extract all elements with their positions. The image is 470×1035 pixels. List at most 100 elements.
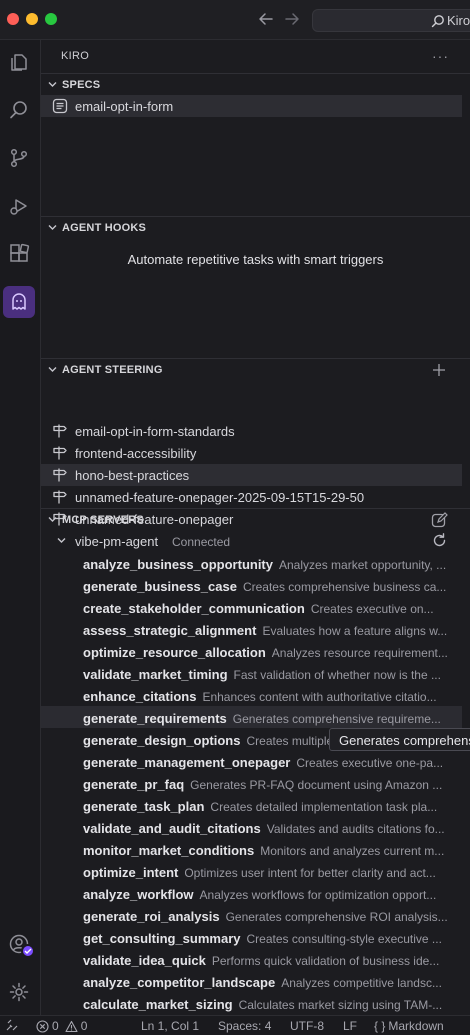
section-specs-title: SPECS <box>62 79 101 91</box>
extensions-icon[interactable] <box>3 238 35 270</box>
mcp-tool-item[interactable]: analyze_workflow Analyzes workflows for o… <box>41 882 462 904</box>
cursor-position[interactable]: Ln 1, Col 1 <box>141 1019 199 1033</box>
tool-name: validate_market_timing <box>83 667 228 682</box>
chevron-down-icon <box>48 367 57 372</box>
command-search-box[interactable]: Kiro <box>312 9 470 32</box>
settings-gear-icon[interactable] <box>3 976 35 1008</box>
tool-description: Generates PR-FAQ document using Amazon .… <box>190 778 443 792</box>
steering-item[interactable]: email-opt-in-form-standards <box>41 420 462 442</box>
minimize-window-button[interactable] <box>26 13 38 25</box>
section-mcp-header[interactable]: MCP SERVERS <box>41 508 470 530</box>
kiro-ghost-icon[interactable] <box>3 286 35 318</box>
indentation-setting[interactable]: Spaces: 4 <box>218 1019 271 1033</box>
section-steering-title: AGENT STEERING <box>62 364 163 376</box>
mcp-server-name: vibe-pm-agent <box>75 534 159 549</box>
tool-tooltip: Generates comprehens <box>329 728 470 751</box>
steering-item[interactable]: hono-best-practices <box>41 464 462 486</box>
mcp-tool-item[interactable]: generate_pr_faq Generates PR-FAQ document… <box>41 772 462 794</box>
tool-name: generate_roi_analysis <box>83 909 220 924</box>
edit-config-icon[interactable] <box>431 512 448 529</box>
mcp-tool-item[interactable]: generate_task_plan Creates detailed imple… <box>41 794 462 816</box>
section-hooks-title: AGENT HOOKS <box>62 222 147 234</box>
steering-item[interactable]: frontend-accessibility <box>41 442 462 464</box>
forward-arrow-icon[interactable] <box>281 8 303 30</box>
mcp-server-row[interactable]: vibe-pm-agent Connected <box>41 530 462 552</box>
tool-name: create_stakeholder_communication <box>83 601 305 616</box>
spec-item-label: email-opt-in-form <box>75 99 174 114</box>
section-hooks-header[interactable]: AGENT HOOKS <box>41 216 470 238</box>
tool-name: assess_strategic_alignment <box>83 623 257 638</box>
language-mode[interactable]: { } Markdown <box>374 1019 444 1033</box>
mcp-tool-item[interactable]: validate_and_audit_citations Validates an… <box>41 816 462 838</box>
mcp-tool-item[interactable]: generate_management_onepager Creates exec… <box>41 750 462 772</box>
refresh-icon[interactable] <box>431 532 448 549</box>
tool-description: Fast validation of whether now is the ..… <box>233 668 441 682</box>
mcp-tool-item[interactable]: generate_requirements Generates comprehen… <box>41 706 462 728</box>
remote-icon[interactable] <box>6 1019 18 1031</box>
chevron-down-icon <box>57 538 66 543</box>
mcp-tool-item[interactable]: create_stakeholder_communication Creates … <box>41 596 462 618</box>
activity-bar <box>0 40 41 1015</box>
section-specs-header[interactable]: SPECS <box>41 73 470 95</box>
back-arrow-icon[interactable] <box>255 8 277 30</box>
explorer-icon[interactable] <box>3 46 35 78</box>
tool-name: generate_management_onepager <box>83 755 291 770</box>
title-bar: Kiro <box>0 0 470 40</box>
maximize-window-button[interactable] <box>45 13 57 25</box>
problems-indicator[interactable]: 0 0 <box>36 1019 87 1033</box>
error-count: 0 <box>52 1019 59 1033</box>
tool-name: analyze_workflow <box>83 887 194 902</box>
mcp-server-status: Connected <box>172 535 231 549</box>
spec-item[interactable]: email-opt-in-form <box>41 95 462 117</box>
tool-description: Creates comprehensive business ca... <box>242 580 447 594</box>
tool-description: Creates executive one-pa... <box>296 756 444 770</box>
tool-name: generate_task_plan <box>83 799 205 814</box>
add-plus-icon[interactable] <box>431 362 447 378</box>
tool-description: Creates consulting-style executive ... <box>246 932 442 946</box>
mcp-tool-item[interactable]: enhance_citations Enhances content with a… <box>41 684 462 706</box>
encoding-setting[interactable]: UTF-8 <box>290 1019 324 1033</box>
chevron-down-icon <box>48 225 57 230</box>
mcp-tool-item[interactable]: calculate_market_sizing Calculates market… <box>41 992 462 1014</box>
tool-description: Analyzes market opportunity, ... <box>279 558 447 572</box>
section-steering-header[interactable]: AGENT STEERING <box>41 358 470 380</box>
tool-description: Analyzes competitive landsc... <box>281 976 442 990</box>
mcp-tool-item[interactable]: analyze_competitor_landscape Analyzes com… <box>41 970 462 992</box>
eol-setting[interactable]: LF <box>343 1019 357 1033</box>
run-debug-icon[interactable] <box>3 190 35 222</box>
mcp-tool-item[interactable]: assess_strategic_alignment Evaluates how … <box>41 618 462 640</box>
close-window-button[interactable] <box>7 13 19 25</box>
steering-item-label: hono-best-practices <box>75 468 190 483</box>
more-actions-button[interactable]: ··· <box>432 48 449 64</box>
mcp-tool-item[interactable]: validate_idea_quick Performs quick valida… <box>41 948 462 970</box>
tool-name: optimize_intent <box>83 865 179 880</box>
search-view-icon[interactable] <box>3 94 35 126</box>
mcp-tool-item[interactable]: generate_roi_analysis Generates comprehen… <box>41 904 462 926</box>
mcp-tool-item[interactable]: optimize_intent Optimizes user intent for… <box>41 860 462 882</box>
tool-description: Analyzes workflows for optimization oppo… <box>199 888 437 902</box>
tool-name: generate_pr_faq <box>83 777 185 792</box>
search-icon <box>431 15 444 28</box>
account-icon[interactable] <box>3 928 35 960</box>
spec-document-icon <box>52 98 68 114</box>
mcp-tool-item[interactable]: monitor_market_conditions Monitors and an… <box>41 838 462 860</box>
steering-item-label: frontend-accessibility <box>75 446 197 461</box>
mcp-tool-item[interactable]: analyze_business_opportunity Analyzes mar… <box>41 552 462 574</box>
source-control-icon[interactable] <box>3 142 35 174</box>
steering-item-label: unnamed-feature-onepager-2025-09-15T15-2… <box>75 490 365 505</box>
tool-name: generate_requirements <box>83 711 227 726</box>
kiro-sidebar: KIRO ··· SPECS email-opt-in-form AGENT H… <box>41 40 470 1015</box>
mcp-tool-item[interactable]: validate_market_timing Fast validation of… <box>41 662 462 684</box>
tool-name: analyze_competitor_landscape <box>83 975 276 990</box>
tool-name: get_consulting_summary <box>83 931 241 946</box>
mcp-tool-item[interactable]: generate_business_case Creates comprehens… <box>41 574 462 596</box>
steering-item[interactable]: unnamed-feature-onepager-2025-09-15T15-2… <box>41 486 462 508</box>
mcp-tool-item[interactable]: optimize_resource_allocation Analyzes res… <box>41 640 462 662</box>
sidebar-header: KIRO ··· <box>41 40 470 74</box>
tool-name: enhance_citations <box>83 689 197 704</box>
warning-count: 0 <box>80 1019 88 1033</box>
search-text: Kiro <box>447 13 470 28</box>
mcp-tool-item[interactable]: get_consulting_summary Creates consulting… <box>41 926 462 948</box>
error-icon <box>36 1019 49 1033</box>
account-check-icon <box>21 944 35 958</box>
